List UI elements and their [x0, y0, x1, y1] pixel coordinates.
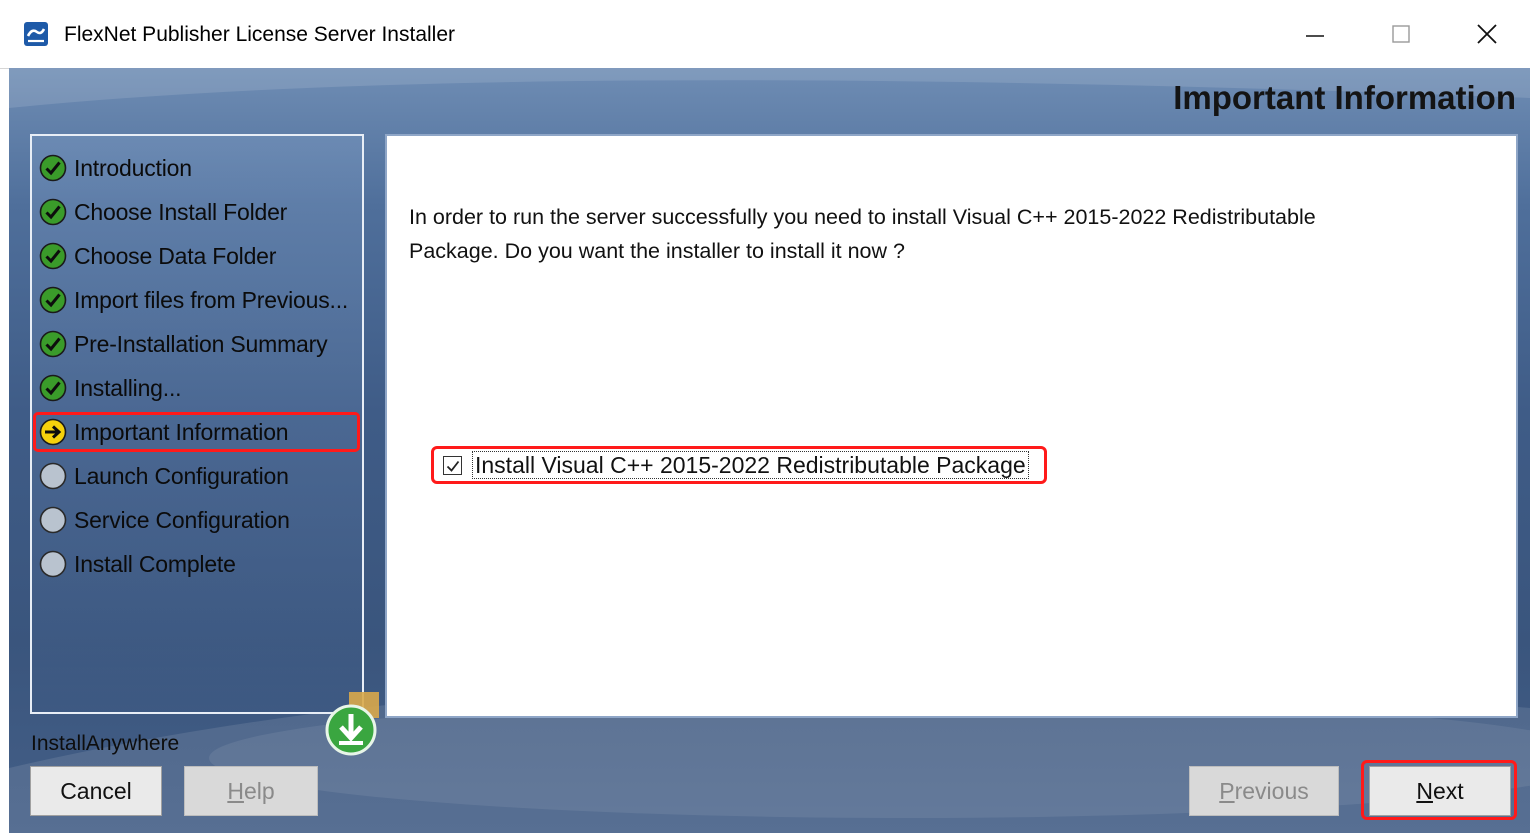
step-label: Launch Configuration	[74, 462, 289, 489]
check-circle-icon	[39, 242, 67, 270]
install-vc-redist-checkbox[interactable]	[443, 456, 462, 475]
installer-frame: Important Information Introduction Choos…	[9, 68, 1530, 833]
title-bar: FlexNet Publisher License Server Install…	[0, 0, 1530, 69]
step-service-configuration: Service Configuration	[38, 500, 290, 540]
step-choose-install-folder: Choose Install Folder	[38, 192, 287, 232]
brand-label: InstallAnywhere	[31, 732, 180, 755]
step-choose-data-folder: Choose Data Folder	[38, 236, 276, 276]
cancel-button[interactable]: Cancel	[30, 766, 162, 816]
info-message: In order to run the server successfully …	[409, 200, 1489, 268]
previous-label-rest: revious	[1234, 777, 1309, 804]
step-label: Choose Install Folder	[74, 198, 288, 225]
step-label: Pre-Installation Summary	[74, 330, 328, 357]
installer-app-icon	[24, 22, 48, 46]
step-label: Installing...	[74, 374, 182, 401]
help-mnemonic: H	[227, 777, 244, 804]
close-button[interactable]	[1444, 0, 1530, 68]
check-circle-icon	[39, 286, 67, 314]
step-introduction: Introduction	[38, 148, 192, 188]
empty-circle-icon	[39, 462, 67, 490]
minimize-icon	[1306, 35, 1324, 37]
check-circle-icon	[39, 374, 67, 402]
window-title: FlexNet Publisher License Server Install…	[64, 23, 456, 46]
next-mnemonic: N	[1416, 777, 1433, 804]
previous-mnemonic: P	[1219, 777, 1235, 804]
previous-button[interactable]: Previous	[1189, 766, 1339, 816]
step-label: Choose Data Folder	[74, 242, 277, 269]
check-circle-icon	[39, 154, 67, 182]
content-panel: In order to run the server successfully …	[385, 134, 1518, 718]
step-import-files: Import files from Previous...	[38, 280, 348, 320]
install-vc-redist-option[interactable]: Install Visual C++ 2015-2022 Redistribut…	[431, 446, 1047, 484]
step-install-complete: Install Complete	[38, 544, 236, 584]
step-label: Introduction	[74, 154, 192, 181]
info-message-line: Package. Do you want the installer to in…	[409, 239, 905, 263]
empty-circle-icon	[39, 550, 67, 578]
close-icon	[1477, 24, 1497, 44]
next-label-rest: ext	[1432, 777, 1464, 804]
info-message-line: In order to run the server successfully …	[409, 205, 1316, 229]
maximize-icon	[1392, 25, 1410, 43]
step-installing: Installing...	[38, 368, 182, 408]
step-label: Import files from Previous...	[74, 286, 349, 313]
check-circle-icon	[39, 198, 67, 226]
step-pre-installation-summary: Pre-Installation Summary	[38, 324, 328, 364]
page-title: Important Information	[1173, 79, 1516, 116]
checkmark-icon	[446, 460, 459, 472]
maximize-button[interactable]	[1358, 0, 1444, 68]
step-label: Service Configuration	[74, 506, 290, 533]
step-label: Install Complete	[74, 550, 236, 577]
step-launch-configuration: Launch Configuration	[38, 456, 289, 496]
download-arrow-icon	[325, 692, 379, 756]
help-label-rest: elp	[243, 777, 275, 804]
empty-circle-icon	[39, 506, 67, 534]
help-button[interactable]: Help	[184, 766, 318, 816]
install-vc-redist-label[interactable]: Install Visual C++ 2015-2022 Redistribut…	[472, 451, 1029, 479]
steps-panel: Introduction Choose Install Folder Choos…	[30, 134, 364, 714]
current-step-highlight	[33, 412, 360, 452]
check-circle-icon	[39, 330, 67, 358]
minimize-button[interactable]	[1272, 0, 1358, 68]
next-button[interactable]: Next	[1369, 766, 1511, 816]
